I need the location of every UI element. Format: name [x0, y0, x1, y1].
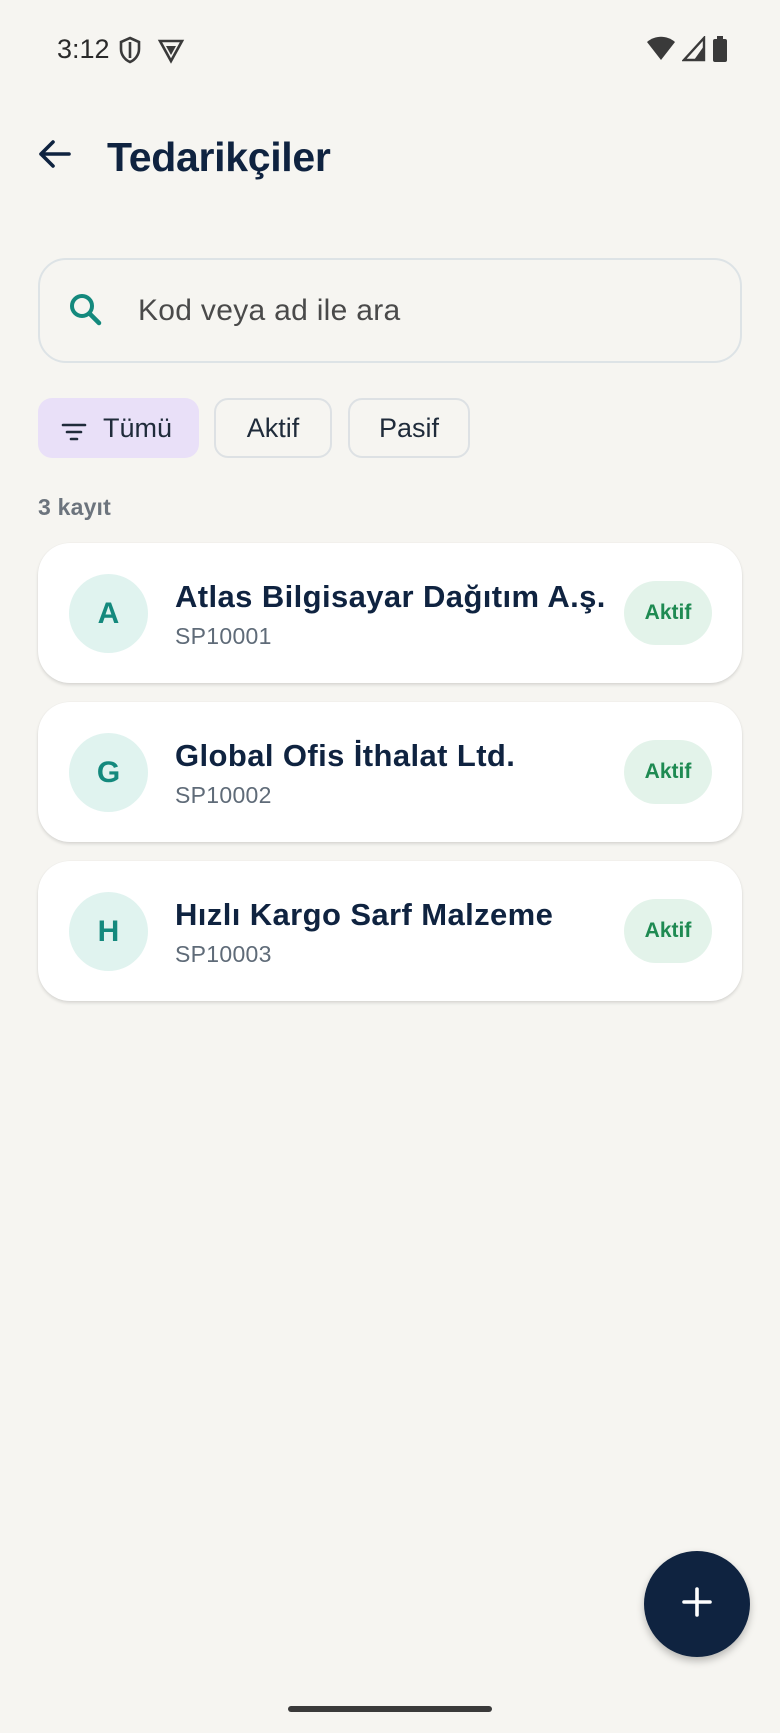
avatar: A — [69, 574, 148, 653]
status-time: 3:12 — [57, 34, 110, 64]
shield-icon — [118, 36, 142, 69]
back-button[interactable] — [30, 132, 78, 180]
supplier-code: SP10003 — [175, 941, 272, 967]
add-supplier-button[interactable] — [644, 1551, 750, 1657]
filter-chip-all[interactable]: Tümü — [38, 398, 199, 458]
page-title: Tedarikçiler — [107, 134, 331, 180]
supplier-card[interactable]: H Hızlı Kargo Sarf Malzeme SP10003 Aktif — [38, 861, 742, 1001]
supplier-name: Hızlı Kargo Sarf Malzeme — [175, 897, 554, 932]
supplier-name: Global Ofis İthalat Ltd. — [175, 738, 516, 773]
supplier-code: SP10002 — [175, 782, 272, 808]
supplier-name: Atlas Bilgisayar Dağıtım A.ş. — [175, 579, 606, 614]
filter-chip-active[interactable]: Aktif — [214, 398, 332, 458]
supplier-card[interactable]: G Global Ofis İthalat Ltd. SP10002 Aktif — [38, 702, 742, 842]
status-badge: Aktif — [624, 581, 712, 645]
status-bar: 3:12 — [0, 0, 780, 100]
record-count: 3 kayıt — [38, 494, 112, 520]
home-indicator[interactable] — [288, 1706, 492, 1712]
status-badge: Aktif — [624, 899, 712, 963]
search-bar[interactable] — [38, 258, 742, 363]
arrow-left-icon — [36, 138, 72, 175]
supplier-card[interactable]: A Atlas Bilgisayar Dağıtım A.ş. SP10001 … — [38, 543, 742, 683]
supplier-code: SP10001 — [175, 623, 272, 649]
avatar: H — [69, 892, 148, 971]
status-icons — [646, 34, 728, 67]
avatar: G — [69, 733, 148, 812]
battery-icon — [712, 36, 728, 67]
filter-chip-label: Aktif — [246, 412, 300, 443]
filter-chip-label: Pasif — [378, 412, 440, 443]
status-badge: Aktif — [624, 740, 712, 804]
filter-chip-passive[interactable]: Pasif — [348, 398, 470, 458]
plus-icon — [681, 1586, 713, 1623]
filter-icon — [61, 418, 87, 441]
wifi-icon — [646, 36, 676, 67]
filter-chip-label: Tümü — [102, 412, 173, 443]
search-input[interactable] — [138, 260, 718, 361]
signal-icon — [681, 34, 706, 67]
search-icon — [66, 290, 106, 330]
vpn-icon — [157, 36, 185, 69]
